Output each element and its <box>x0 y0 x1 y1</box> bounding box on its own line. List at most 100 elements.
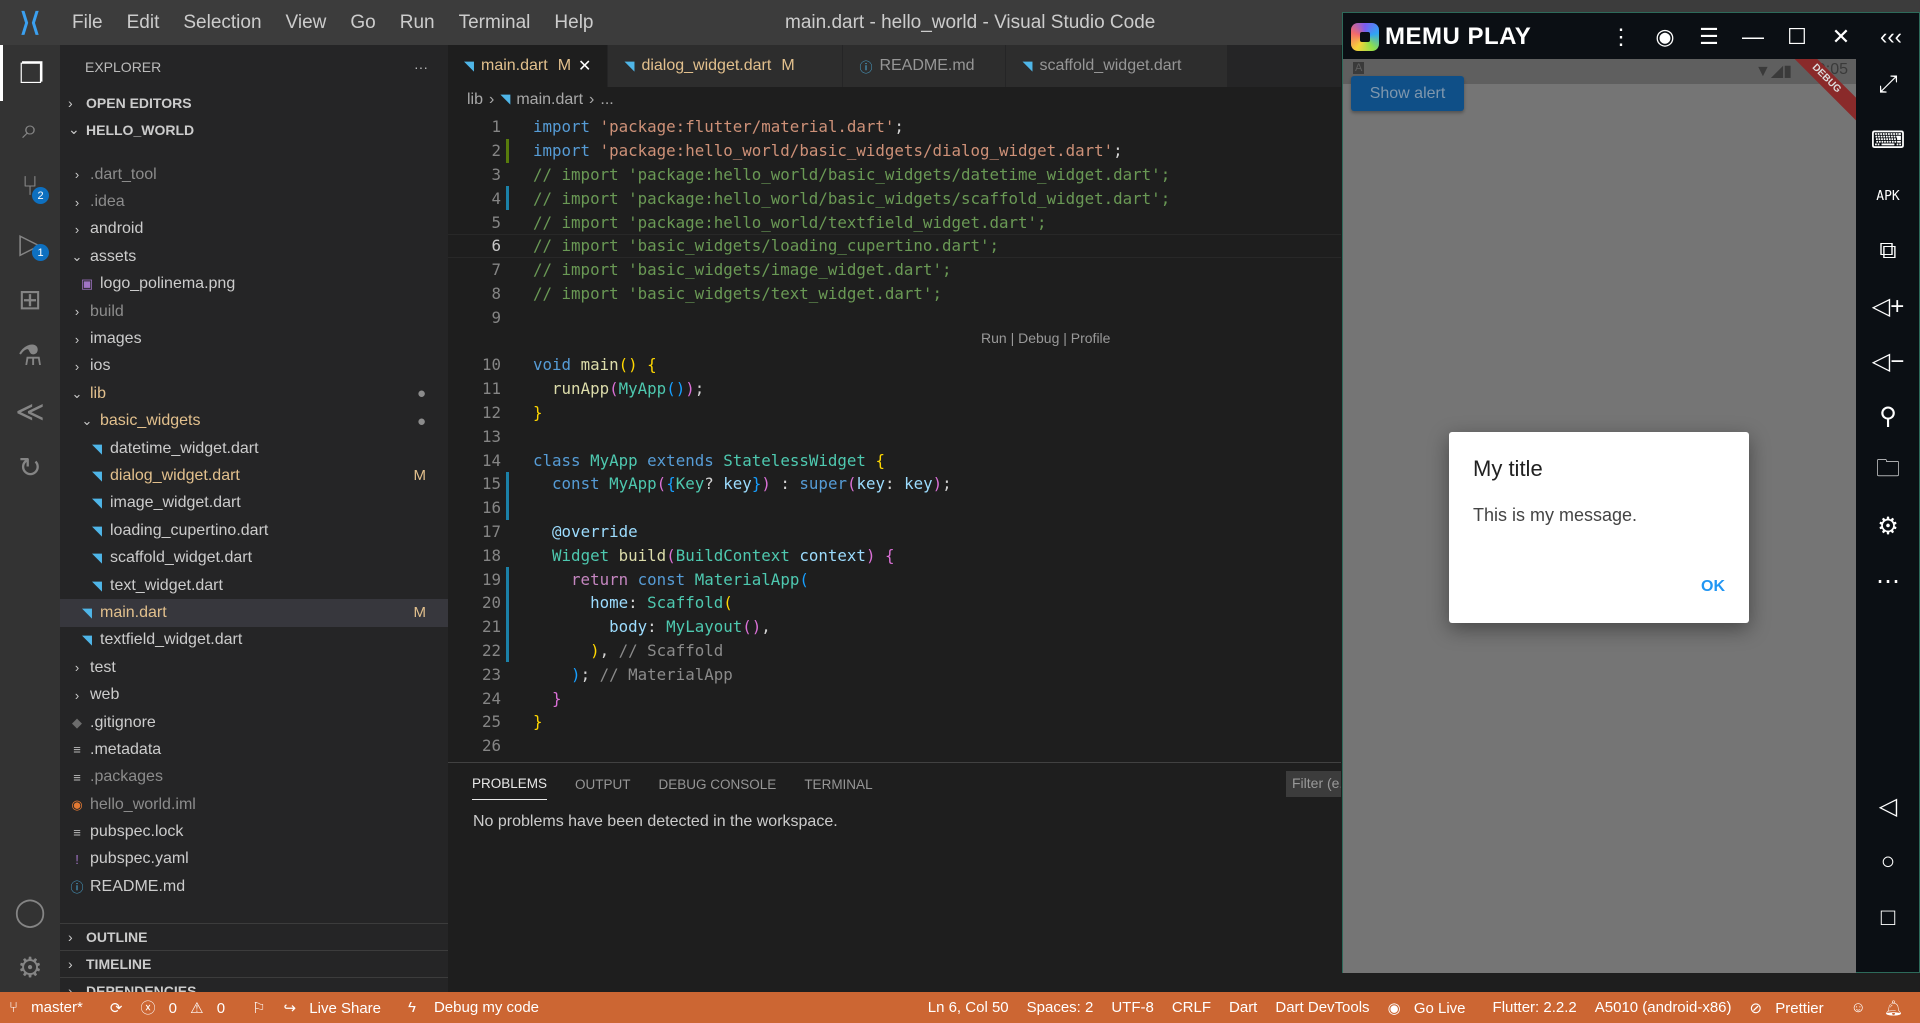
panel-tab-debug-console[interactable]: DEBUG CONSOLE <box>659 769 777 800</box>
settings-icon[interactable]: ⚙ <box>1856 506 1920 546</box>
account-icon[interactable]: ◉ <box>1645 13 1685 60</box>
menu-item-run[interactable]: Run <box>388 12 447 34</box>
project-section[interactable]: ⌄ HELLO_WORLD <box>60 116 448 143</box>
folder-item[interactable]: › web <box>60 681 448 708</box>
section-timeline[interactable]: › TIMELINE <box>60 950 448 977</box>
more-actions-icon[interactable]: ··· <box>414 59 428 75</box>
folder-item[interactable]: ⌄ basic_widgets ● <box>60 408 448 435</box>
run-debug-icon[interactable]: ▷ 1 <box>0 215 60 271</box>
volume-up-icon[interactable]: ◁+ <box>1856 286 1920 326</box>
panel-tab-problems[interactable]: PROBLEMS <box>472 768 548 800</box>
folder-item[interactable]: › images <box>60 325 448 352</box>
minimize-icon[interactable]: — <box>1733 13 1773 60</box>
prettier-button[interactable]: ⊘ Prettier <box>1750 999 1833 1017</box>
encoding[interactable]: UTF-8 <box>1111 999 1154 1016</box>
breadcrumb-item[interactable]: lib <box>467 91 483 109</box>
keyboard-icon[interactable]: ⌨ <box>1856 120 1920 160</box>
file-item[interactable]: ≡ .packages <box>60 764 448 791</box>
file-item[interactable]: ◥ text_widget.dart <box>60 572 448 599</box>
folder-item[interactable]: › .idea <box>60 188 448 215</box>
language-mode[interactable]: Dart <box>1229 999 1257 1016</box>
android-back-icon[interactable]: ◁ <box>1856 786 1920 826</box>
hamburger-menu-icon[interactable]: ☰ <box>1689 13 1729 60</box>
problems-filter-input[interactable]: Filter (e.g. text, **/*.ts, !**/node_mod… <box>1286 771 1341 797</box>
more-icon[interactable]: ⋯ <box>1856 561 1920 601</box>
android-recents-icon[interactable]: □ <box>1856 898 1920 938</box>
fullscreen-icon[interactable]: ⤢ <box>1856 65 1920 105</box>
panel-tab-terminal[interactable]: TERMINAL <box>804 769 872 800</box>
problems-indicator[interactable]: ⓧ 0 ⚠ 0 <box>140 997 234 1018</box>
menu-item-edit[interactable]: Edit <box>115 12 172 34</box>
file-item[interactable]: ◥ datetime_widget.dart <box>60 435 448 462</box>
menu-item-file[interactable]: File <box>60 12 115 34</box>
file-item[interactable]: ≡ pubspec.lock <box>60 818 448 845</box>
location-icon[interactable]: ⚲ <box>1856 396 1920 436</box>
file-item[interactable]: ▣ logo_polinema.png <box>60 271 448 298</box>
file-item[interactable]: ≡ .metadata <box>60 736 448 763</box>
settings-gear-icon[interactable]: ⚙ <box>0 939 60 995</box>
close-tab-icon[interactable]: ✕ <box>578 56 591 76</box>
file-item[interactable]: ◥ loading_cupertino.dart <box>60 517 448 544</box>
multi-instance-icon[interactable]: ⧉ <box>1856 231 1920 271</box>
file-item[interactable]: ◥ textfield_widget.dart <box>60 627 448 654</box>
debug-mode-button[interactable]: Debug my code <box>434 999 539 1016</box>
breadcrumb-item[interactable]: main.dart <box>516 91 583 109</box>
debug-launch-icon[interactable]: ⚐ <box>252 999 265 1017</box>
close-icon[interactable]: ✕ <box>1821 13 1861 60</box>
folder-item[interactable]: › build <box>60 298 448 325</box>
show-alert-button[interactable]: Show alert <box>1351 76 1464 111</box>
go-live-button[interactable]: ◉ Go Live <box>1388 999 1475 1017</box>
collapse-sidebar-icon[interactable]: ‹‹‹ <box>1871 13 1911 60</box>
maximize-icon[interactable]: ☐ <box>1777 13 1817 60</box>
extensions-icon[interactable]: ⊞ <box>0 271 60 327</box>
cursor-position[interactable]: Ln 6, Col 50 <box>928 999 1009 1016</box>
file-item[interactable]: ◥ image_widget.dart <box>60 490 448 517</box>
notifications-bell-icon[interactable]: 🔔︎ <box>1884 999 1903 1017</box>
tab-main-dart[interactable]: ◥ main.dart M ✕ <box>448 45 609 87</box>
file-item[interactable]: ◥ main.dart M <box>60 599 448 627</box>
menu-item-view[interactable]: View <box>274 12 339 34</box>
menu-item-go[interactable]: Go <box>338 12 387 34</box>
testing-icon[interactable]: ⚗ <box>0 327 60 383</box>
folder-item[interactable]: ⌄ assets <box>60 243 448 270</box>
line-endings[interactable]: CRLF <box>1172 999 1211 1016</box>
dialog-ok-button[interactable]: OK <box>1701 578 1725 596</box>
apk-icon[interactable]: APK <box>1856 176 1920 216</box>
kebab-menu-icon[interactable]: ⋮ <box>1601 13 1641 60</box>
codelens-run-debug-profile[interactable]: Run | Debug | Profile <box>981 330 1110 346</box>
tab-dialog-widget-dart[interactable]: ◥ dialog_widget.dart M <box>608 45 844 87</box>
live-share-button[interactable]: ↪ Live Share <box>284 999 390 1017</box>
account-icon[interactable]: ◯ <box>0 883 60 939</box>
folder-item[interactable]: ⌄ lib ● <box>60 380 448 407</box>
folder-icon[interactable]: 🗀︎ <box>1856 451 1920 491</box>
android-screen[interactable]: A ▼◢▮ 09:05 Show alert DEBUG My title Th… <box>1343 59 1856 973</box>
remote-icon[interactable]: ↻ <box>0 439 60 495</box>
tab-README-md[interactable]: ⓘ README.md <box>843 45 1007 87</box>
volume-down-icon[interactable]: ◁− <box>1856 341 1920 381</box>
source-control-icon[interactable]: ⑂ 2 <box>0 158 60 214</box>
folder-item[interactable]: › .dart_tool <box>60 161 448 188</box>
tab-scaffold-widget-dart[interactable]: ◥ scaffold_widget.dart <box>1006 45 1229 87</box>
folder-item[interactable]: › test <box>60 654 448 681</box>
breadcrumb-item[interactable]: ... <box>600 91 613 109</box>
file-item[interactable]: ⓘ README.md <box>60 873 448 900</box>
indentation[interactable]: Spaces: 2 <box>1027 999 1094 1016</box>
menu-item-help[interactable]: Help <box>542 12 605 34</box>
flutter-icon[interactable]: ≪ <box>0 383 60 439</box>
device-selector[interactable]: A5010 (android-x86) <box>1595 999 1732 1016</box>
file-item[interactable]: ◉ hello_world.iml <box>60 791 448 818</box>
folder-item[interactable]: › ios <box>60 353 448 380</box>
sync-icon[interactable]: ⟳ <box>110 999 123 1017</box>
branch-indicator[interactable]: ⑂ master* <box>9 999 92 1016</box>
file-item[interactable]: ◥ dialog_widget.dart M <box>60 462 448 489</box>
android-home-icon[interactable]: ○ <box>1856 842 1920 882</box>
panel-tab-output[interactable]: OUTPUT <box>575 769 631 800</box>
flutter-version[interactable]: Flutter: 2.2.2 <box>1493 999 1577 1016</box>
explorer-icon[interactable]: ❐ <box>0 45 60 101</box>
open-editors-section[interactable]: › OPEN EDITORS <box>60 89 448 116</box>
feedback-icon[interactable]: ☺ <box>1851 999 1866 1016</box>
menu-item-selection[interactable]: Selection <box>171 12 273 34</box>
file-item[interactable]: ◆ .gitignore <box>60 709 448 736</box>
file-item[interactable]: ◥ scaffold_widget.dart <box>60 544 448 571</box>
search-icon[interactable]: ⌕ <box>0 101 60 157</box>
